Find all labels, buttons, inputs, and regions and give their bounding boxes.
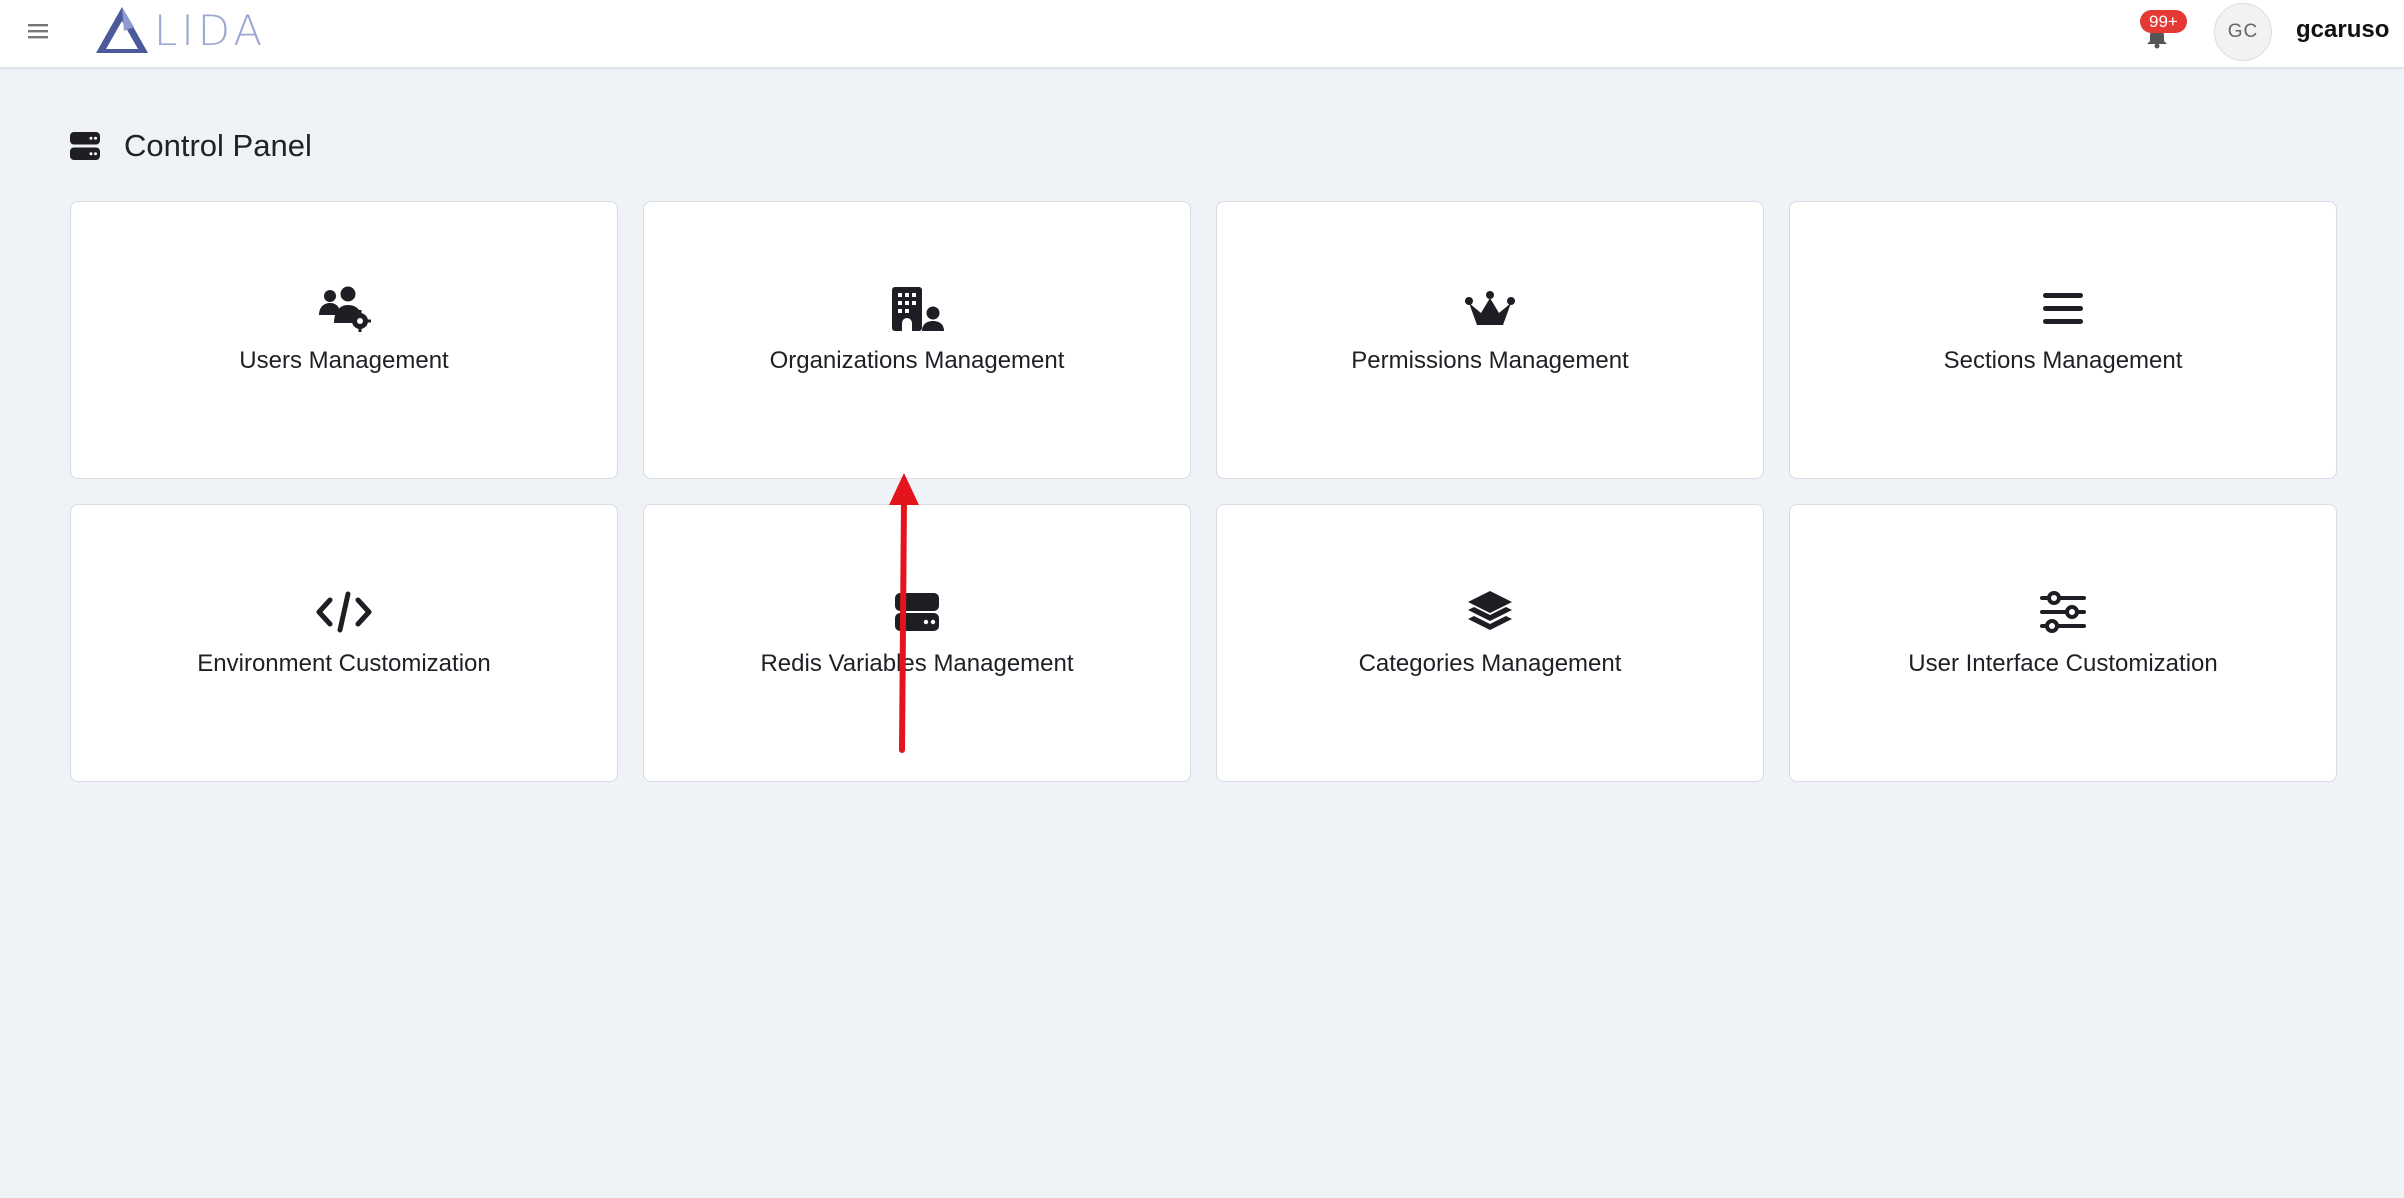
control-panel-grid: Users Management Organizations Managemen… [70,201,2337,782]
username-label[interactable]: gcaruso [2296,16,2389,44]
card-label: Redis Variables Management [760,650,1074,677]
card-sections-management[interactable]: Sections Management [1789,201,2337,479]
bars-icon [2043,293,2083,324]
card-label: Categories Management [1358,650,1622,677]
crown-icon [1465,291,1515,325]
card-label: Users Management [239,347,449,374]
card-user-interface-customization[interactable]: User Interface Customization [1789,504,2337,782]
logo-triangle-icon [96,7,148,53]
page-title: Control Panel [124,128,312,163]
card-organizations-management[interactable]: Organizations Management [643,201,1191,479]
hamburger-menu-icon[interactable] [26,19,50,43]
layer-group-icon [1468,591,1512,630]
users-gear-icon [319,286,371,332]
building-user-icon [892,287,944,331]
server-icon [70,132,100,160]
logo-text: LIDA [154,5,267,55]
card-label: Organizations Management [769,347,1065,374]
notification-badge: 99+ [2140,10,2187,33]
page-header: Control Panel [70,128,312,164]
card-categories-management[interactable]: Categories Management [1216,504,1764,782]
card-redis-variables-management[interactable]: Redis Variables Management [643,504,1191,782]
card-label: Environment Customization [197,650,491,677]
code-icon [316,591,372,633]
top-navbar: LIDA 99+ GC gcaruso [0,0,2404,67]
sliders-icon [2040,591,2086,633]
card-users-management[interactable]: Users Management [70,201,618,479]
user-avatar[interactable]: GC [2214,3,2272,61]
card-label: User Interface Customization [1908,650,2218,677]
card-permissions-management[interactable]: Permissions Management [1216,201,1764,479]
alida-logo[interactable]: LIDA [94,4,266,56]
card-label: Permissions Management [1351,347,1629,374]
card-label: Sections Management [1943,347,2183,374]
server-icon [895,593,939,631]
card-environment-customization[interactable]: Environment Customization [70,504,618,782]
